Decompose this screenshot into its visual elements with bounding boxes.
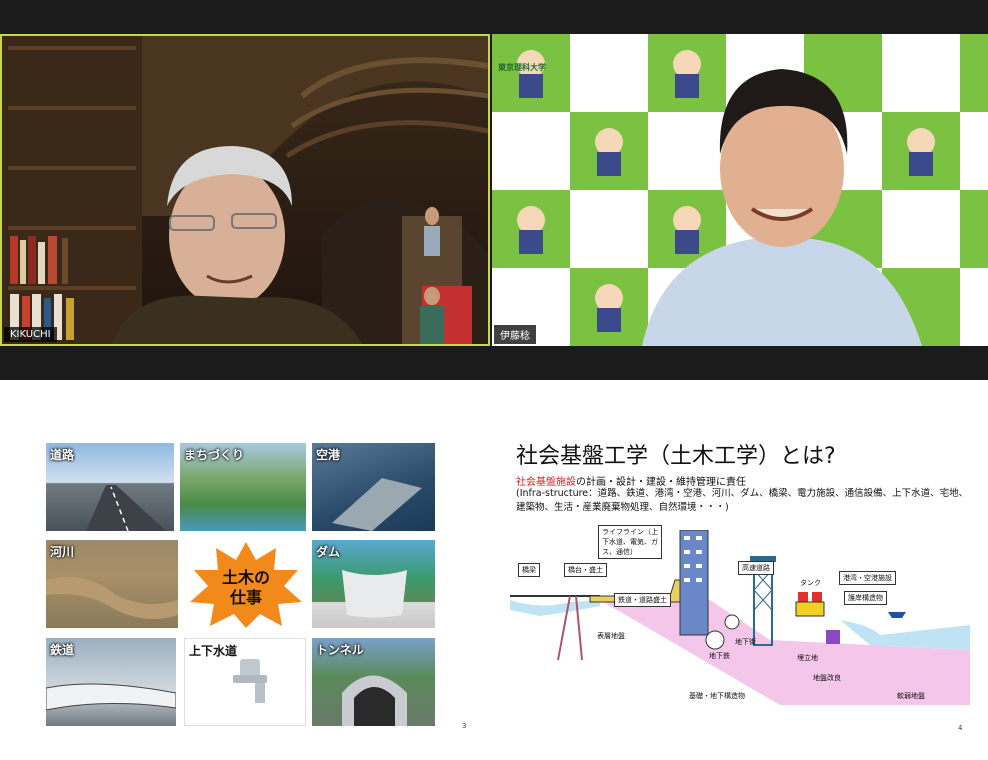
label-subway: 地下鉄 [709, 652, 730, 660]
photo-dam: ダム [312, 540, 435, 628]
photo-label: まちづくり [184, 448, 245, 462]
infra-diagram [510, 530, 970, 705]
participant-tile-ito[interactable]: 東京理科大学 伊藤稔 [492, 34, 988, 346]
label-reclaimed: 埋立地 [797, 654, 818, 662]
label-port: 港湾・空港施設 [839, 571, 896, 585]
video-library-scene [2, 36, 488, 344]
label-improvement: 地盤改良 [813, 674, 841, 682]
slide-page-number: 4 [958, 724, 963, 732]
slide-title: 社会基盤工学（土木工学）とは? [516, 444, 836, 469]
photo-waterworks: 上下水道 [184, 638, 306, 726]
slide-infra-list: (Infra-structure：道路、鉄道、港湾・空港、河川、ダム、橋梁、電力… [516, 488, 969, 513]
slide-3: 道路 まちづくり 空港 河川 土木の 仕事 ダム 鉄道 上下水道 トンネル 3 [0, 380, 494, 760]
photo-label: 鉄道 [50, 643, 75, 657]
gallery-gap [0, 346, 988, 380]
shared-screen[interactable]: 道路 まちづくり 空港 河川 土木の 仕事 ダム 鉄道 上下水道 トンネル 3 … [0, 380, 988, 760]
label-embankment: 橋台・盛土 [564, 563, 607, 577]
photo-label: 道路 [50, 448, 75, 462]
photo-airport: 空港 [312, 443, 435, 531]
brand-text: 東京理科大学 [498, 63, 546, 72]
burst-line2: 仕事 [229, 588, 262, 607]
video-backdrop-scene [492, 34, 988, 346]
slide-page-number: 3 [462, 722, 467, 730]
photo-railway: 鉄道 [46, 638, 176, 726]
photo-label: 空港 [316, 448, 341, 462]
label-lifeline: ライフライン（上下水道、電気、ガス、通信） [598, 525, 662, 559]
label-soft-ground: 軟弱地盤 [897, 692, 925, 700]
label-rail-embankment: 鉄道・道路盛土 [614, 593, 671, 607]
top-bar [0, 0, 988, 34]
center-burst: 土木の 仕事 [186, 540, 306, 628]
photo-label: トンネル [316, 643, 364, 657]
photo-road: 道路 [46, 443, 174, 531]
participant-tile-kikuchi[interactable]: KIKUCHI [0, 34, 490, 346]
photo-label: ダム [316, 545, 341, 559]
slide-definition: 社会基盤施設の計画・設計・建設・維持管理に責任 [516, 473, 746, 488]
photo-town: まちづくり [180, 443, 306, 531]
photo-label: 上下水道 [189, 644, 238, 658]
participant-name-tag: 伊藤稔 [494, 325, 536, 344]
label-highway: 高速道路 [738, 561, 774, 575]
photo-river: 河川 [46, 540, 178, 628]
photo-tunnel: トンネル [312, 638, 435, 726]
label-bridge: 橋梁 [518, 563, 540, 577]
slide-4: 社会基盤工学（土木工学）とは? 社会基盤施設の計画・設計・建設・維持管理に責任 … [494, 380, 988, 760]
label-underground-mall: 地下街 [735, 638, 756, 646]
label-surface: 表層地盤 [597, 632, 625, 640]
label-protect: 護岸構造物 [844, 591, 887, 605]
label-tank: タンク [800, 579, 821, 587]
photo-label: 河川 [50, 545, 75, 559]
participant-name-tag: KIKUCHI [4, 327, 57, 342]
label-foundation: 基礎・地下構造物 [689, 692, 745, 700]
